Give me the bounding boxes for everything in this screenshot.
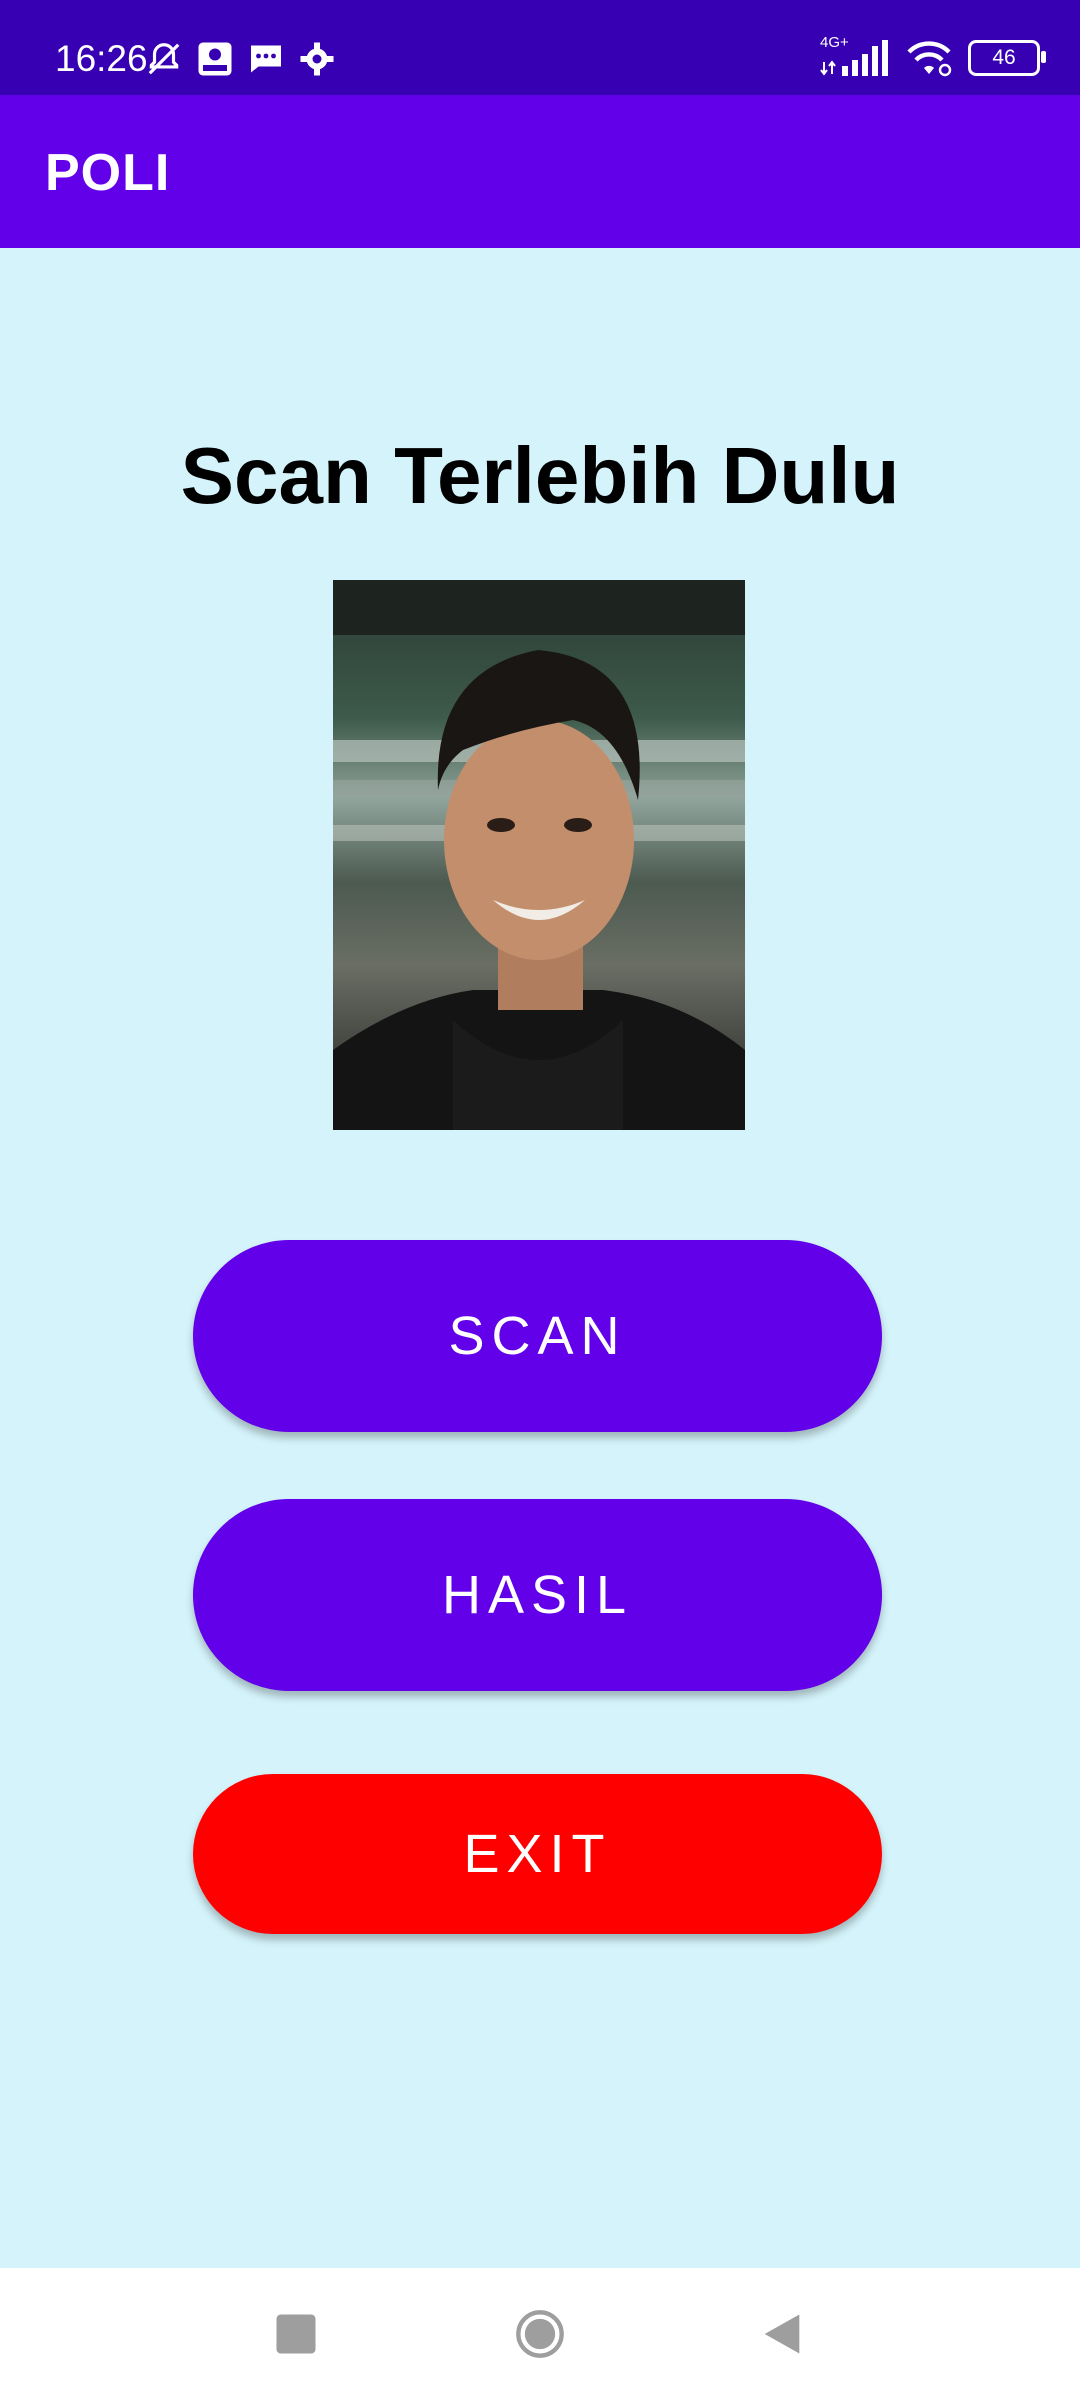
tiket-app-icon — [198, 42, 232, 76]
signal-icon — [820, 40, 888, 76]
app-bar: POLI — [0, 95, 1080, 248]
app-title: POLI — [45, 144, 171, 202]
scanned-face-photo — [333, 580, 745, 1130]
message-icon — [251, 45, 281, 73]
scan-button[interactable]: SCAN — [193, 1240, 882, 1432]
hasil-button[interactable]: HASIL — [193, 1499, 882, 1691]
recents-square-icon[interactable] — [270, 2308, 322, 2360]
back-triangle-icon[interactable] — [756, 2308, 808, 2360]
signal-indicator: 4G+ — [820, 34, 890, 78]
battery-indicator: 46 — [968, 40, 1046, 76]
status-notification-icons — [145, 40, 335, 78]
status-bar: 16:26 4G+ 46 — [0, 0, 1080, 95]
page-heading: Scan Terlebih Dulu — [180, 431, 900, 520]
battery-level: 46 — [992, 46, 1016, 69]
battery-tip — [1041, 51, 1046, 63]
navigation-bar — [0, 2268, 1080, 2400]
exit-button[interactable]: EXIT — [193, 1774, 882, 1934]
status-time: 16:26 — [55, 38, 148, 79]
home-circle-icon[interactable] — [514, 2308, 566, 2360]
status-system-icons: 4G+ 46 — [820, 34, 1046, 78]
wifi-icon — [907, 41, 952, 77]
bell-off-icon — [148, 43, 180, 75]
gear-icon — [300, 42, 334, 76]
